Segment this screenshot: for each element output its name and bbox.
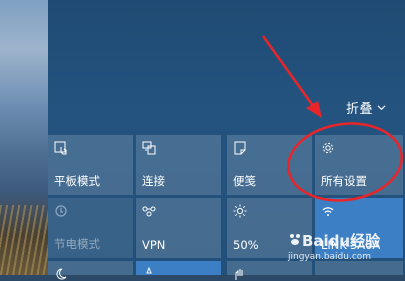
wifi-icon	[322, 207, 334, 216]
note-icon	[234, 141, 246, 155]
tile-label: 连接	[142, 174, 165, 188]
location-icon	[146, 267, 152, 274]
brightness-icon	[233, 204, 247, 218]
moon-icon	[56, 268, 67, 280]
connect-icon	[142, 141, 156, 155]
collapse-label: 折叠	[346, 102, 374, 117]
tile-wifi[interactable]: LINK-3A0A	[315, 198, 403, 258]
tile-vpn[interactable]: VPN	[136, 198, 221, 258]
desktop-wallpaper	[0, 0, 48, 275]
gear-icon	[322, 142, 334, 154]
tile-label: LINK-3A0A	[321, 238, 381, 252]
tile-brightness[interactable]: 50%	[227, 198, 312, 258]
tile-location[interactable]	[136, 261, 221, 275]
wallpaper-grass	[0, 205, 48, 275]
collapse-button[interactable]: 折叠	[346, 98, 386, 117]
tile-project[interactable]	[227, 261, 312, 280]
tile-connect[interactable]: 连接	[136, 135, 221, 195]
tile-tablet-mode[interactable]: 平板模式	[48, 135, 133, 195]
tile-label: 50%	[233, 238, 259, 252]
battery-saver-icon	[55, 205, 67, 217]
tile-note[interactable]: 便笺	[227, 135, 312, 195]
tablet-mode-icon	[54, 141, 67, 155]
tile-extra[interactable]	[315, 261, 403, 275]
tile-battery-saver[interactable]: 节电模式	[48, 198, 133, 258]
tile-label: 节电模式	[54, 237, 100, 251]
chevron-down-icon	[377, 105, 386, 111]
tile-label: 便笺	[233, 174, 256, 188]
tile-label: 所有设置	[321, 174, 367, 188]
tile-label: VPN	[142, 238, 166, 252]
tile-quiet-hours[interactable]	[48, 261, 133, 280]
tile-label: 平板模式	[54, 174, 100, 188]
tile-all-settings[interactable]: 所有设置	[315, 135, 403, 195]
hand-icon	[235, 269, 243, 280]
vpn-icon	[142, 206, 156, 217]
